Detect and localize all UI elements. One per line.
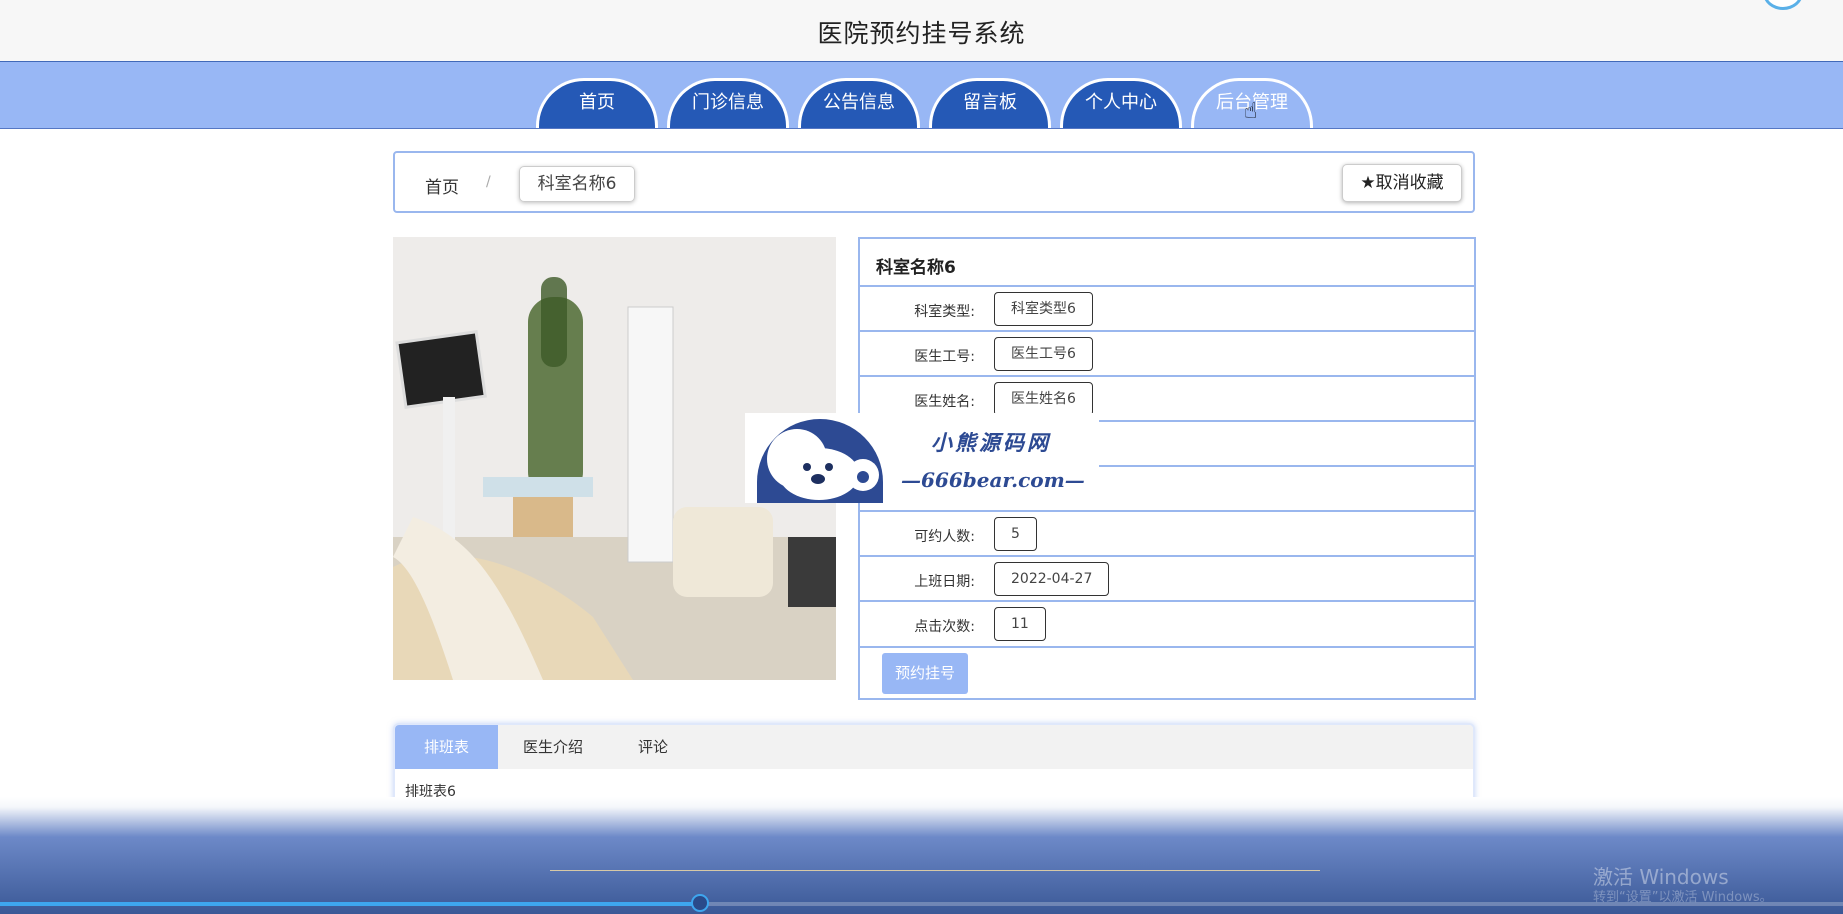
breadcrumb: 首页 / 科室名称6 ★取消收藏 — [393, 151, 1475, 213]
row-value: 11 — [994, 607, 1046, 641]
avatar[interactable] — [1763, 0, 1803, 10]
tabs-header: 排班表 医生介绍 评论 — [395, 725, 1473, 769]
detail-row: 可约人数: 5 — [860, 510, 1474, 557]
detail-row: 上班日期: 2022-04-27 — [860, 555, 1474, 602]
row-label: 医生工号: — [914, 349, 975, 365]
main-nav: 首页 门诊信息 公告信息 留言板 个人中心 后台管理 — [0, 62, 1843, 129]
nav-item-announcements[interactable]: 公告信息 — [798, 78, 920, 128]
detail-row: 医生工号: 医生工号6 — [860, 330, 1474, 377]
site-watermark: 小熊源码网 —666bear.com— — [745, 413, 1099, 503]
nav-item-message-board[interactable]: 留言板 — [929, 78, 1051, 128]
row-value: 科室类型6 — [994, 292, 1093, 326]
tab-doctor-intro[interactable]: 医生介绍 — [498, 725, 608, 769]
hand-cursor-icon: ☝ — [1244, 99, 1258, 124]
row-label: 点击次数: — [914, 619, 975, 635]
nav-item-clinic-info[interactable]: 门诊信息 — [667, 78, 789, 128]
row-label: 可约人数: — [914, 529, 975, 545]
breadcrumb-separator: / — [486, 174, 491, 190]
tab-comments[interactable]: 评论 — [608, 725, 698, 769]
breadcrumb-current: 科室名称6 — [519, 166, 635, 202]
nav-item-home[interactable]: 首页 — [536, 78, 658, 128]
row-value: 2022-04-27 — [994, 562, 1110, 596]
detail-row: 科室类型: 科室类型6 — [860, 285, 1474, 332]
top-header: 医院预约挂号系统 — [0, 0, 1843, 62]
watermark-title: 小熊源码网 — [931, 430, 1051, 455]
row-value: 5 — [994, 517, 1037, 551]
reserve-button[interactable]: 预约挂号 — [882, 653, 968, 694]
breadcrumb-home-link[interactable]: 首页 — [425, 173, 459, 198]
unfavorite-button[interactable]: ★取消收藏 — [1342, 164, 1462, 202]
progress-fill — [0, 902, 701, 906]
nav-item-personal-center[interactable]: 个人中心 — [1060, 78, 1182, 128]
row-label: 上班日期: — [914, 574, 975, 590]
bear-logo-icon — [757, 419, 883, 503]
row-label: 科室类型: — [914, 304, 975, 320]
department-title: 科室名称6 — [876, 258, 956, 278]
divider-line — [550, 870, 1320, 871]
row-value: 医生姓名6 — [994, 382, 1093, 416]
site-title: 医院预约挂号系统 — [817, 19, 1026, 48]
detail-row: 点击次数: 11 — [860, 600, 1474, 648]
row-value: 医生工号6 — [994, 337, 1093, 371]
video-control-bar — [0, 797, 1843, 914]
watermark-url: —666bear.com— — [901, 468, 1085, 492]
tab-schedule[interactable]: 排班表 — [395, 725, 498, 769]
row-label: 医生姓名: — [914, 394, 975, 410]
